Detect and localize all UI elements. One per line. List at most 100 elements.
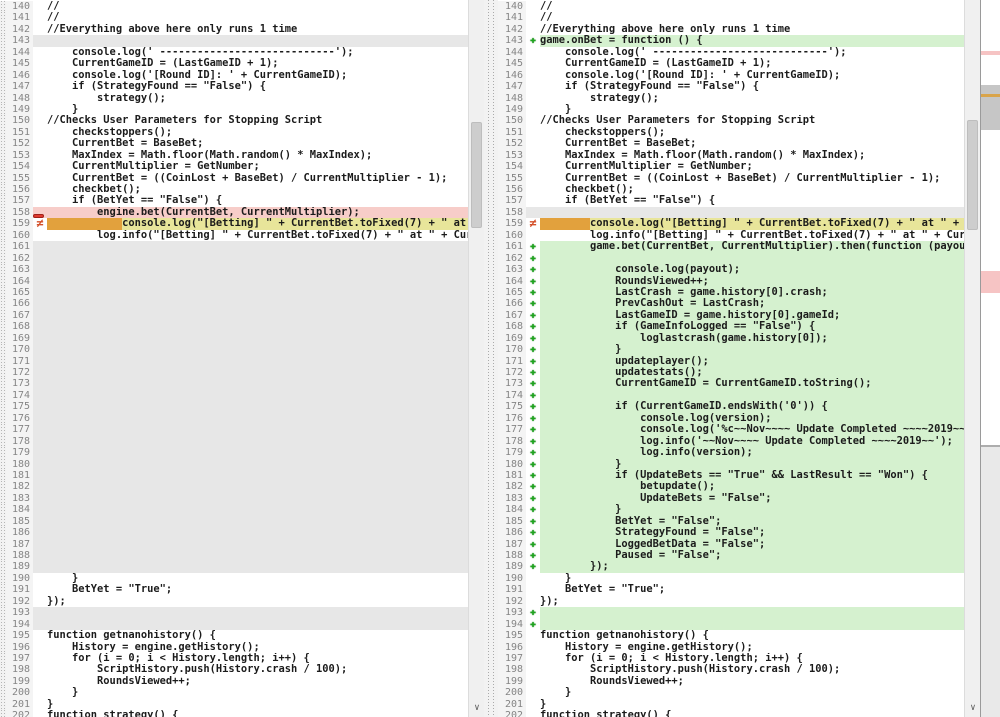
code-line-right-155[interactable]: 155 CurrentBet = ((CoinLost + BaseBet) /… bbox=[498, 173, 964, 184]
code-line-right-172[interactable]: 172✚ updatestats(); bbox=[498, 367, 964, 378]
code-line-right-154[interactable]: 154 CurrentMultiplier = GetNumber; bbox=[498, 161, 964, 172]
code-line-right-181[interactable]: 181✚ if (UpdateBets == "True" && LastRes… bbox=[498, 470, 964, 481]
code-line-right-145[interactable]: 145 CurrentGameID = (LastGameID + 1); bbox=[498, 58, 964, 69]
code-line-left-179[interactable]: 179 bbox=[0, 447, 468, 458]
code-line-right-202[interactable]: 202function strategy() { bbox=[498, 710, 964, 717]
code-line-right-196[interactable]: 196 History = engine.getHistory(); bbox=[498, 642, 964, 653]
code-line-left-172[interactable]: 172 bbox=[0, 367, 468, 378]
code-line-left-182[interactable]: 182 bbox=[0, 481, 468, 492]
code-line-left-168[interactable]: 168 bbox=[0, 321, 468, 332]
code-line-right-192[interactable]: 192}); bbox=[498, 596, 964, 607]
code-line-left-193[interactable]: 193 bbox=[0, 607, 468, 618]
code-line-right-174[interactable]: 174✚ bbox=[498, 390, 964, 401]
code-line-right-147[interactable]: 147 if (StrategyFound == "False") { bbox=[498, 81, 964, 92]
diff-overview-strip[interactable] bbox=[981, 0, 1000, 717]
pane-splitter[interactable] bbox=[484, 0, 498, 717]
code-line-left-170[interactable]: 170 bbox=[0, 344, 468, 355]
code-line-right-175[interactable]: 175✚ if (CurrentGameID.endsWith('0')) { bbox=[498, 401, 964, 412]
code-line-right-149[interactable]: 149 } bbox=[498, 104, 964, 115]
code-line-left-192[interactable]: 192}); bbox=[0, 596, 468, 607]
code-line-right-195[interactable]: 195function getnanohistory() { bbox=[498, 630, 964, 641]
code-line-right-144[interactable]: 144 console.log(' ----------------------… bbox=[498, 47, 964, 58]
code-line-left-198[interactable]: 198 ScriptHistory.push(History.crash / 1… bbox=[0, 664, 468, 675]
code-line-right-157[interactable]: 157 if (BetYet == "False") { bbox=[498, 195, 964, 206]
code-line-left-178[interactable]: 178 bbox=[0, 436, 468, 447]
code-line-right-184[interactable]: 184✚ } bbox=[498, 504, 964, 515]
code-line-right-140[interactable]: 140// bbox=[498, 1, 964, 12]
code-line-left-176[interactable]: 176 bbox=[0, 413, 468, 424]
code-line-left-148[interactable]: 148 strategy(); bbox=[0, 93, 468, 104]
code-line-left-151[interactable]: 151 checkstoppers(); bbox=[0, 127, 468, 138]
code-line-left-174[interactable]: 174 bbox=[0, 390, 468, 401]
left-pane-vertical-scrollbar[interactable]: ∨ bbox=[468, 0, 484, 717]
code-line-right-158[interactable]: 158 bbox=[498, 207, 964, 218]
code-line-left-199[interactable]: 199 RoundsViewed++; bbox=[0, 676, 468, 687]
code-line-right-188[interactable]: 188✚ Paused = "False"; bbox=[498, 550, 964, 561]
code-line-left-171[interactable]: 171 bbox=[0, 356, 468, 367]
code-line-left-184[interactable]: 184 bbox=[0, 504, 468, 515]
code-line-right-191[interactable]: 191 BetYet = "True"; bbox=[498, 584, 964, 595]
code-line-left-143[interactable]: 143 bbox=[0, 35, 468, 46]
code-line-right-163[interactable]: 163✚ console.log(payout); bbox=[498, 264, 964, 275]
left-editor-pane[interactable]: 140//141//142//Everything above here onl… bbox=[0, 0, 468, 717]
code-line-left-153[interactable]: 153 MaxIndex = Math.floor(Math.random() … bbox=[0, 150, 468, 161]
code-line-right-173[interactable]: 173✚ CurrentGameID = CurrentGameID.toStr… bbox=[498, 378, 964, 389]
code-line-right-148[interactable]: 148 strategy(); bbox=[498, 93, 964, 104]
code-line-right-177[interactable]: 177✚ console.log('%c~~Nov~~~~ Update Com… bbox=[498, 424, 964, 435]
code-line-right-162[interactable]: 162✚ bbox=[498, 253, 964, 264]
code-line-right-176[interactable]: 176✚ console.log(version); bbox=[498, 413, 964, 424]
code-line-right-165[interactable]: 165✚ LastCrash = game.history[0].crash; bbox=[498, 287, 964, 298]
code-line-right-169[interactable]: 169✚ loglastcrash(game.history[0]); bbox=[498, 333, 964, 344]
code-line-right-199[interactable]: 199 RoundsViewed++; bbox=[498, 676, 964, 687]
code-line-left-189[interactable]: 189 bbox=[0, 561, 468, 572]
code-line-left-187[interactable]: 187 bbox=[0, 539, 468, 550]
code-line-right-190[interactable]: 190 } bbox=[498, 573, 964, 584]
code-line-left-202[interactable]: 202function strategy() { bbox=[0, 710, 468, 717]
code-line-left-195[interactable]: 195function getnanohistory() { bbox=[0, 630, 468, 641]
code-line-left-156[interactable]: 156 checkbet(); bbox=[0, 184, 468, 195]
code-line-left-196[interactable]: 196 History = engine.getHistory(); bbox=[0, 642, 468, 653]
code-line-right-164[interactable]: 164✚ RoundsViewed++; bbox=[498, 276, 964, 287]
code-line-left-191[interactable]: 191 BetYet = "True"; bbox=[0, 584, 468, 595]
code-line-right-193[interactable]: 193✚ bbox=[498, 607, 964, 618]
code-line-right-151[interactable]: 151 checkstoppers(); bbox=[498, 127, 964, 138]
code-line-left-145[interactable]: 145 CurrentGameID = (LastGameID + 1); bbox=[0, 58, 468, 69]
code-line-left-167[interactable]: 167 bbox=[0, 310, 468, 321]
code-line-right-167[interactable]: 167✚ LastGameID = game.history[0].gameId… bbox=[498, 310, 964, 321]
code-line-left-162[interactable]: 162 bbox=[0, 253, 468, 264]
code-line-right-179[interactable]: 179✚ log.info(version); bbox=[498, 447, 964, 458]
code-line-left-149[interactable]: 149 } bbox=[0, 104, 468, 115]
code-line-left-140[interactable]: 140// bbox=[0, 1, 468, 12]
code-line-right-142[interactable]: 142//Everything above here only runs 1 t… bbox=[498, 24, 964, 35]
code-line-right-200[interactable]: 200 } bbox=[498, 687, 964, 698]
code-line-left-158[interactable]: 158 engine.bet(CurrentBet, CurrentMultip… bbox=[0, 207, 468, 218]
code-line-left-183[interactable]: 183 bbox=[0, 493, 468, 504]
code-line-right-166[interactable]: 166✚ PrevCashOut = LastCrash; bbox=[498, 298, 964, 309]
code-line-right-146[interactable]: 146 console.log('[Round ID]: ' + Current… bbox=[498, 70, 964, 81]
left-scrollbar-thumb[interactable] bbox=[471, 122, 482, 228]
code-line-right-178[interactable]: 178✚ log.info('~~Nov~~~~ Update Complete… bbox=[498, 436, 964, 447]
code-line-left-159[interactable]: 159≠ console.log("[Betting] " + CurrentB… bbox=[0, 218, 468, 229]
code-line-right-161[interactable]: 161✚ game.bet(CurrentBet, CurrentMultipl… bbox=[498, 241, 964, 252]
code-line-left-173[interactable]: 173 bbox=[0, 378, 468, 389]
code-line-left-160[interactable]: 160 log.info("[Betting] " + CurrentBet.t… bbox=[0, 230, 468, 241]
right-scrollbar-thumb[interactable] bbox=[967, 120, 978, 230]
code-line-left-150[interactable]: 150//Checks User Parameters for Stopping… bbox=[0, 115, 468, 126]
code-line-left-169[interactable]: 169 bbox=[0, 333, 468, 344]
code-line-right-171[interactable]: 171✚ updateplayer(); bbox=[498, 356, 964, 367]
code-line-left-164[interactable]: 164 bbox=[0, 276, 468, 287]
code-line-right-182[interactable]: 182✚ betupdate(); bbox=[498, 481, 964, 492]
code-line-right-180[interactable]: 180✚ } bbox=[498, 459, 964, 470]
code-line-left-141[interactable]: 141// bbox=[0, 12, 468, 23]
code-line-right-189[interactable]: 189✚ }); bbox=[498, 561, 964, 572]
code-line-left-161[interactable]: 161 bbox=[0, 241, 468, 252]
code-line-left-166[interactable]: 166 bbox=[0, 298, 468, 309]
code-line-left-177[interactable]: 177 bbox=[0, 424, 468, 435]
code-line-left-185[interactable]: 185 bbox=[0, 516, 468, 527]
code-line-left-165[interactable]: 165 bbox=[0, 287, 468, 298]
code-line-right-141[interactable]: 141// bbox=[498, 12, 964, 23]
right-pane-vertical-scrollbar[interactable]: ∨ bbox=[964, 0, 980, 717]
right-scrollbar-down-button[interactable]: ∨ bbox=[965, 701, 981, 717]
code-line-left-180[interactable]: 180 bbox=[0, 459, 468, 470]
code-line-left-144[interactable]: 144 console.log(' ----------------------… bbox=[0, 47, 468, 58]
